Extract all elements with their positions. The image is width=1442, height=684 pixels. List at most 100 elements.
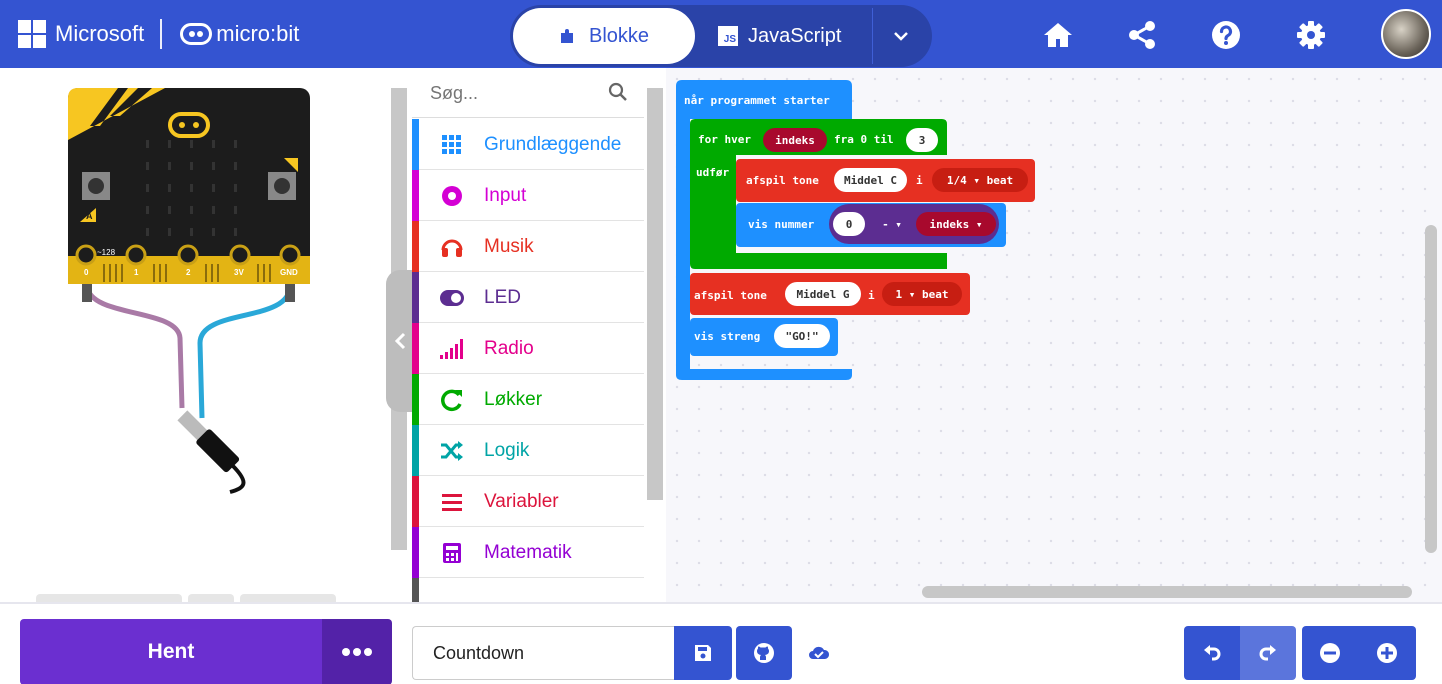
tone-beat-dropdown[interactable]: 1 ▾ beat <box>882 282 962 306</box>
loop-end-input[interactable]: 3 <box>906 128 938 152</box>
puzzle-icon <box>560 29 573 43</box>
category-color-bar <box>412 527 419 578</box>
toolbox: Grundlæggende Input Musik LED Radio Løkk… <box>412 68 644 602</box>
category-grundlaeggende[interactable]: Grundlæggende <box>412 119 644 170</box>
show-string-label[interactable]: vis streng <box>694 330 760 343</box>
workspace-horizontal-scrollbar[interactable] <box>922 586 1412 598</box>
zoom-in-button[interactable] <box>1358 626 1416 680</box>
category-color-bar <box>412 578 419 602</box>
zoom-out-button[interactable] <box>1302 626 1358 680</box>
pin-3v-label: 3V <box>234 268 244 277</box>
category-color-bar <box>412 374 419 425</box>
category-label: Musik <box>484 236 534 257</box>
tone-note-dropdown[interactable]: Middel C <box>834 168 907 192</box>
tone-note-dropdown[interactable]: Middel G <box>785 282 861 306</box>
github-icon <box>754 643 774 663</box>
string-input[interactable]: " GO! " <box>774 324 830 348</box>
collapse-simulator-button[interactable] <box>386 270 414 412</box>
brand-divider <box>160 19 163 49</box>
loop-do-label: udfør <box>696 166 730 179</box>
headphones-icon <box>440 235 464 259</box>
user-avatar[interactable] <box>1381 9 1431 59</box>
download-button[interactable]: Hent <box>20 619 322 684</box>
help-icon <box>1212 21 1240 49</box>
operator-dropdown[interactable]: - ▾ <box>871 212 913 236</box>
redo-button[interactable] <box>1240 626 1296 680</box>
pin-note: ~128 <box>97 248 116 257</box>
scrollbar-thumb[interactable] <box>647 88 663 500</box>
javascript-icon: JS <box>718 26 738 46</box>
category-label: Matematik <box>484 542 572 563</box>
for-loop-label[interactable]: for hver <box>698 133 751 146</box>
redo-icon <box>1259 645 1276 661</box>
blocks-workspace[interactable]: når programmet starter for hver indeks f… <box>666 68 1442 602</box>
category-partial[interactable] <box>412 578 644 602</box>
for-range-label: fra 0 til <box>834 133 894 146</box>
project-name-input[interactable] <box>412 626 674 680</box>
zoom-in-icon <box>1377 643 1397 663</box>
grid-icon <box>440 133 464 157</box>
play-tone-label[interactable]: afspil tone <box>746 174 819 187</box>
category-label: Radio <box>484 338 534 359</box>
tab-blocks[interactable]: Blokke <box>513 8 695 64</box>
category-musik[interactable]: Musik <box>412 221 644 272</box>
language-menu-button[interactable] <box>872 8 928 64</box>
search-input[interactable] <box>430 80 600 106</box>
play-tone-label[interactable]: afspil tone <box>694 289 767 302</box>
workspace-vertical-scrollbar[interactable] <box>1425 225 1437 553</box>
top-header: Microsoft micro:bit Blokke JS JavaScript <box>0 0 1442 68</box>
minus-right-variable[interactable]: indeks ▾ <box>916 212 996 236</box>
category-radio[interactable]: Radio <box>412 323 644 374</box>
shuffle-icon <box>440 439 464 463</box>
on-start-block-label[interactable]: når programmet starter <box>684 94 830 107</box>
button-b-label: B <box>288 150 295 160</box>
tone-in-label: i <box>916 174 923 187</box>
zoom-out-icon <box>1320 643 1340 663</box>
undo-button[interactable] <box>1184 626 1240 680</box>
github-button[interactable] <box>736 626 792 680</box>
share-icon <box>1129 21 1155 49</box>
brand[interactable]: Microsoft micro:bit <box>18 19 299 49</box>
pin-1-label: 1 <box>134 268 139 277</box>
home-button[interactable] <box>1042 19 1074 51</box>
simulator-panel: A B ~128 0 1 2 3V GND <box>0 68 386 602</box>
category-loekker[interactable]: Løkker <box>412 374 644 425</box>
show-number-label[interactable]: vis nummer <box>748 218 814 231</box>
share-button[interactable] <box>1126 19 1158 51</box>
microbit-board[interactable] <box>0 68 386 602</box>
button-a-label: A <box>86 211 93 221</box>
toolbox-search <box>412 68 644 118</box>
list-lines-icon <box>440 490 464 514</box>
bottom-toolbar: Hent <box>0 602 1442 684</box>
category-matematik[interactable]: Matematik <box>412 527 644 578</box>
home-icon <box>1044 23 1072 47</box>
minus-left-input[interactable]: 0 <box>833 212 865 236</box>
category-led[interactable]: LED <box>412 272 644 323</box>
cloud-sync-icon <box>809 646 830 659</box>
tone-beat-dropdown[interactable]: 1/4 ▾ beat <box>932 168 1028 192</box>
help-button[interactable] <box>1210 19 1242 51</box>
category-variabler[interactable]: Variabler <box>412 476 644 527</box>
category-logik[interactable]: Logik <box>412 425 644 476</box>
download-label: Hent <box>147 640 195 663</box>
category-label: Grundlæggende <box>484 134 622 155</box>
signal-bars-icon <box>440 337 464 361</box>
download-more-button[interactable] <box>322 619 392 684</box>
loop-variable-pill[interactable]: indeks <box>763 128 827 152</box>
category-color-bar <box>412 170 419 221</box>
category-label: Logik <box>484 440 530 461</box>
toolbox-scrollbar[interactable] <box>644 68 666 602</box>
search-icon[interactable] <box>608 82 628 102</box>
tab-javascript-label: JavaScript <box>748 24 842 47</box>
tab-javascript[interactable]: JS JavaScript <box>718 8 841 64</box>
loop-arrow-icon <box>440 388 464 412</box>
category-input[interactable]: Input <box>412 170 644 221</box>
more-dots-icon <box>342 648 372 656</box>
category-label: Løkker <box>484 389 543 410</box>
save-button[interactable] <box>674 626 732 680</box>
save-icon <box>695 645 711 661</box>
microsoft-label: Microsoft <box>55 21 145 46</box>
category-color-bar <box>412 323 419 374</box>
settings-button[interactable] <box>1295 19 1327 51</box>
string-value: GO! <box>792 329 812 343</box>
